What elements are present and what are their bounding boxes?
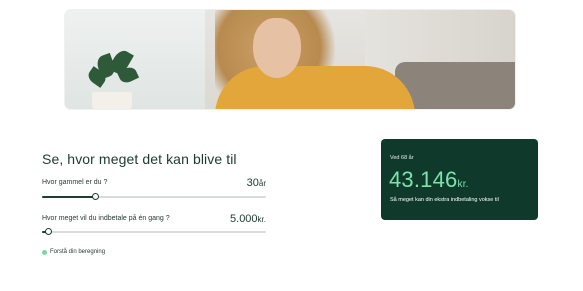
deposit-value: 5.000kr. bbox=[230, 213, 266, 225]
result-amount-unit: kr. bbox=[457, 179, 469, 190]
age-label: Hvor gammel er du ? bbox=[42, 179, 108, 186]
calculator-title: Se, hvor meget det kan blive til bbox=[42, 151, 237, 167]
result-amount: 43.146kr. bbox=[389, 167, 469, 193]
age-slider-fill bbox=[42, 196, 96, 198]
explain-calculation-label: Forstå din beregning bbox=[50, 249, 106, 255]
info-dot-icon bbox=[42, 249, 47, 255]
person-sweater bbox=[215, 66, 415, 109]
deposit-slider-track bbox=[42, 231, 266, 233]
age-value: 30år bbox=[247, 177, 266, 189]
age-number: 30 bbox=[246, 177, 259, 189]
deposit-slider-thumb[interactable] bbox=[44, 228, 52, 235]
person-face bbox=[253, 18, 301, 78]
hero-window bbox=[65, 10, 205, 109]
result-description: Så meget kan din ekstra indbetaling voks… bbox=[390, 197, 499, 203]
plant-pot bbox=[92, 92, 132, 109]
deposit-number: 5.000 bbox=[230, 213, 258, 225]
result-card: Ved 68 år 43.146kr. Så meget kan din eks… bbox=[381, 139, 538, 220]
deposit-unit: kr. bbox=[257, 215, 266, 224]
age-unit: år bbox=[258, 179, 266, 188]
result-age-label: Ved 68 år bbox=[390, 155, 414, 161]
hero-image bbox=[65, 10, 515, 109]
deposit-slider[interactable] bbox=[42, 226, 266, 238]
deposit-label: Hvor meget vil du indbetale på én gang ? bbox=[42, 215, 170, 222]
age-slider[interactable] bbox=[42, 191, 266, 203]
explain-calculation-link[interactable]: Forstå din beregning bbox=[42, 249, 105, 255]
age-slider-thumb[interactable] bbox=[91, 193, 99, 200]
result-amount-number: 43.146 bbox=[389, 167, 458, 192]
